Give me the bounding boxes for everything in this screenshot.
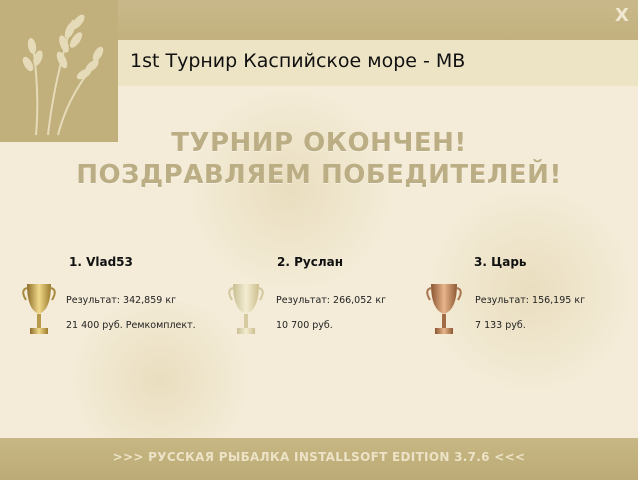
winner-2-result: Результат: 266,052 кг xyxy=(276,295,387,306)
headline-line-2: ПОЗДРАВЛЯЕМ ПОБЕДИТЕЛЕЙ! xyxy=(76,160,562,190)
window-title: 1st Турнир Каспийское море - МВ xyxy=(130,50,466,72)
winner-1-result: Результат: 342,859 кг xyxy=(66,295,177,306)
close-button[interactable]: X xyxy=(614,6,630,26)
winner-3-result: Результат: 156,195 кг xyxy=(475,295,586,306)
winner-2-prize: 10 700 руб. xyxy=(276,320,333,331)
silver-cup-icon xyxy=(228,284,264,334)
headline-line-1: ТУРНИР ОКОНЧЕН! xyxy=(171,128,467,158)
winner-1-prize: 21 400 руб. Ремкомплект. xyxy=(66,320,196,331)
footer-text: >>> РУССКАЯ РЫБАЛКА INSTALLSOFT EDITION … xyxy=(112,450,526,464)
winner-1-name: 1. Vlad53 xyxy=(69,255,133,269)
tournament-results-window: 1st Турнир Каспийское море - МВ X ТУРНИР… xyxy=(0,0,638,480)
gold-cup-icon xyxy=(22,284,56,334)
bronze-cup-icon xyxy=(426,284,462,334)
winner-2-name: 2. Руслан xyxy=(277,255,343,269)
winner-3-name: 3. Царь xyxy=(474,255,527,269)
wheat-logo-icon xyxy=(22,14,104,136)
winner-3-prize: 7 133 руб. xyxy=(475,320,526,331)
